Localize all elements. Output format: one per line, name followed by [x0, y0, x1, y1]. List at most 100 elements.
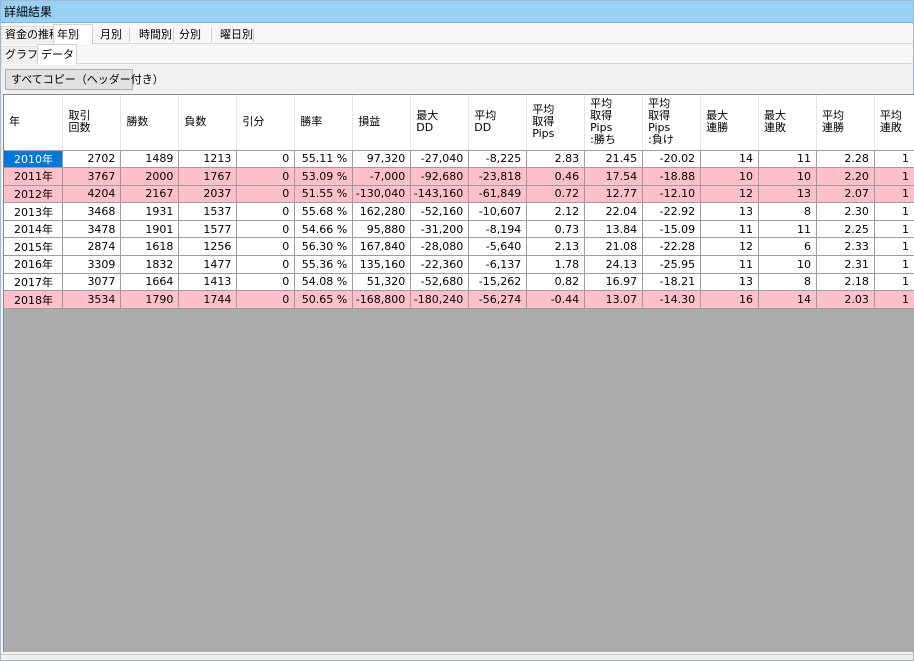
table-cell[interactable]: 0.73	[526, 220, 586, 239]
column-header[interactable]: 最大 連勝	[700, 95, 760, 151]
table-cell[interactable]: 0	[236, 202, 296, 221]
table-cell[interactable]: 97,320	[352, 150, 412, 169]
tab-minute[interactable]: 分別	[175, 26, 205, 44]
table-cell[interactable]: 2000	[120, 167, 180, 186]
table-cell[interactable]: 1832	[120, 255, 180, 274]
year-cell[interactable]: 2013年	[4, 202, 64, 221]
column-header[interactable]: 取引 回数	[62, 95, 122, 151]
column-header[interactable]: 最大 連敗	[758, 95, 817, 151]
table-cell[interactable]: 0	[236, 255, 296, 274]
table-cell[interactable]: 2037	[178, 185, 238, 204]
column-header[interactable]: 平均 取得 Pips :負け	[642, 95, 702, 151]
table-cell[interactable]: -25.95	[642, 255, 702, 274]
table-cell[interactable]: 1477	[178, 255, 238, 274]
table-cell[interactable]: 1256	[178, 237, 238, 257]
table-cell[interactable]: -12.10	[642, 185, 702, 204]
table-cell[interactable]: 2.33	[816, 237, 875, 257]
table-cell[interactable]: -52,160	[410, 202, 470, 221]
table-cell[interactable]: 135,160	[352, 255, 412, 274]
table-cell[interactable]: 1	[874, 273, 914, 292]
table-cell[interactable]: 0	[236, 150, 296, 169]
table-cell[interactable]: -7,000	[352, 167, 412, 186]
table-cell[interactable]: 2.18	[816, 273, 875, 292]
table-cell[interactable]: 0	[236, 185, 296, 204]
table-cell[interactable]: 16	[700, 290, 760, 309]
table-cell[interactable]: 11	[758, 150, 817, 169]
year-cell[interactable]: 2015年	[4, 237, 64, 257]
table-row[interactable]: 2016年 3309 1832 1477 0 55.36 % 135,160 -22,360-…	[4, 255, 914, 274]
column-header[interactable]: 平均 取得 Pips :勝ち	[584, 95, 644, 151]
table-cell[interactable]: 3077	[62, 273, 122, 292]
table-row[interactable]: 2013年 3468 1931 1537 0 55.68 % 162,280 -52,160-…	[4, 202, 914, 221]
column-header[interactable]: 引分	[236, 95, 296, 151]
table-cell[interactable]: 6	[758, 237, 817, 257]
table-cell[interactable]: 1.78	[526, 255, 586, 274]
table-cell[interactable]: 54.66 %	[294, 220, 354, 239]
table-cell[interactable]: 2.83	[526, 150, 586, 169]
table-cell[interactable]: 55.68 %	[294, 202, 354, 221]
table-cell[interactable]: 14	[700, 150, 760, 169]
table-cell[interactable]: 2.07	[816, 185, 875, 204]
table-cell[interactable]: -52,680	[410, 273, 470, 292]
table-cell[interactable]: -92,680	[410, 167, 470, 186]
table-cell[interactable]: 3478	[62, 220, 122, 239]
year-cell[interactable]: 2014年	[4, 220, 64, 239]
table-cell[interactable]: 50.65 %	[294, 290, 354, 309]
table-cell[interactable]: 95,880	[352, 220, 412, 239]
table-cell[interactable]: 167,840	[352, 237, 412, 257]
table-cell[interactable]: 1489	[120, 150, 180, 169]
table-cell[interactable]: -6,137	[468, 255, 528, 274]
table-cell[interactable]: 1901	[120, 220, 180, 239]
table-cell[interactable]: 10	[758, 167, 817, 186]
table-row[interactable]: 2018年 3534 1790 1744 0 50.65 % -168,800 -180,24…	[4, 290, 914, 309]
table-cell[interactable]: 14	[758, 290, 817, 309]
table-cell[interactable]: 1	[874, 167, 914, 186]
table-cell[interactable]: -15,262	[468, 273, 528, 292]
table-cell[interactable]: 56.30 %	[294, 237, 354, 257]
table-cell[interactable]: 16.97	[584, 273, 644, 292]
table-cell[interactable]: 12.77	[584, 185, 644, 204]
table-cell[interactable]: 12	[700, 237, 760, 257]
table-cell[interactable]: 2.28	[816, 150, 875, 169]
table-cell[interactable]: -180,240	[410, 290, 470, 309]
table-cell[interactable]: 3534	[62, 290, 122, 309]
table-cell[interactable]: 0	[236, 273, 296, 292]
table-cell[interactable]: 1	[874, 202, 914, 221]
table-cell[interactable]: 13	[758, 185, 817, 204]
table-cell[interactable]: 2.03	[816, 290, 875, 309]
table-cell[interactable]: 2702	[62, 150, 122, 169]
year-cell[interactable]: 2011年	[4, 167, 64, 186]
year-cell[interactable]: 2018年	[4, 290, 64, 309]
year-cell[interactable]: 2010年	[4, 150, 64, 169]
table-cell[interactable]: 1	[874, 185, 914, 204]
table-cell[interactable]: 54.08 %	[294, 273, 354, 292]
table-cell[interactable]: -23,818	[468, 167, 528, 186]
table-row[interactable]: 2015年 2874 1618 1256 0 56.30 % 167,840 -28,080-…	[4, 237, 914, 257]
table-cell[interactable]: 21.45	[584, 150, 644, 169]
column-header[interactable]: 平均 取得 Pips	[526, 95, 586, 151]
table-cell[interactable]: 1790	[120, 290, 180, 309]
table-cell[interactable]: 55.36 %	[294, 255, 354, 274]
table-cell[interactable]: 1	[874, 237, 914, 257]
column-header[interactable]: 平均 連勝	[816, 95, 875, 151]
table-cell[interactable]: 24.13	[584, 255, 644, 274]
table-cell[interactable]: 13.84	[584, 220, 644, 239]
table-cell[interactable]: -18.21	[642, 273, 702, 292]
table-cell[interactable]: 1664	[120, 273, 180, 292]
table-cell[interactable]: 17.54	[584, 167, 644, 186]
table-cell[interactable]: -56,274	[468, 290, 528, 309]
table-cell[interactable]: 51.55 %	[294, 185, 354, 204]
table-cell[interactable]: 10	[700, 167, 760, 186]
year-cell[interactable]: 2016年	[4, 255, 64, 274]
table-cell[interactable]: 0	[236, 167, 296, 186]
table-cell[interactable]: 1	[874, 150, 914, 169]
table-cell[interactable]: 1413	[178, 273, 238, 292]
column-header[interactable]: 損益	[352, 95, 412, 151]
table-cell[interactable]: 2.13	[526, 237, 586, 257]
table-row[interactable]: 2011年 3767 2000 1767 0 53.09 % -7,000 -92,680 -2…	[4, 167, 914, 186]
table-cell[interactable]: 4204	[62, 185, 122, 204]
table-cell[interactable]: -130,040	[352, 185, 412, 204]
table-cell[interactable]: 1	[874, 220, 914, 239]
table-cell[interactable]: 55.11 %	[294, 150, 354, 169]
table-row[interactable]: 2014年 3478 1901 1577 0 54.66 % 95,880 -31,200 -8…	[4, 220, 914, 239]
